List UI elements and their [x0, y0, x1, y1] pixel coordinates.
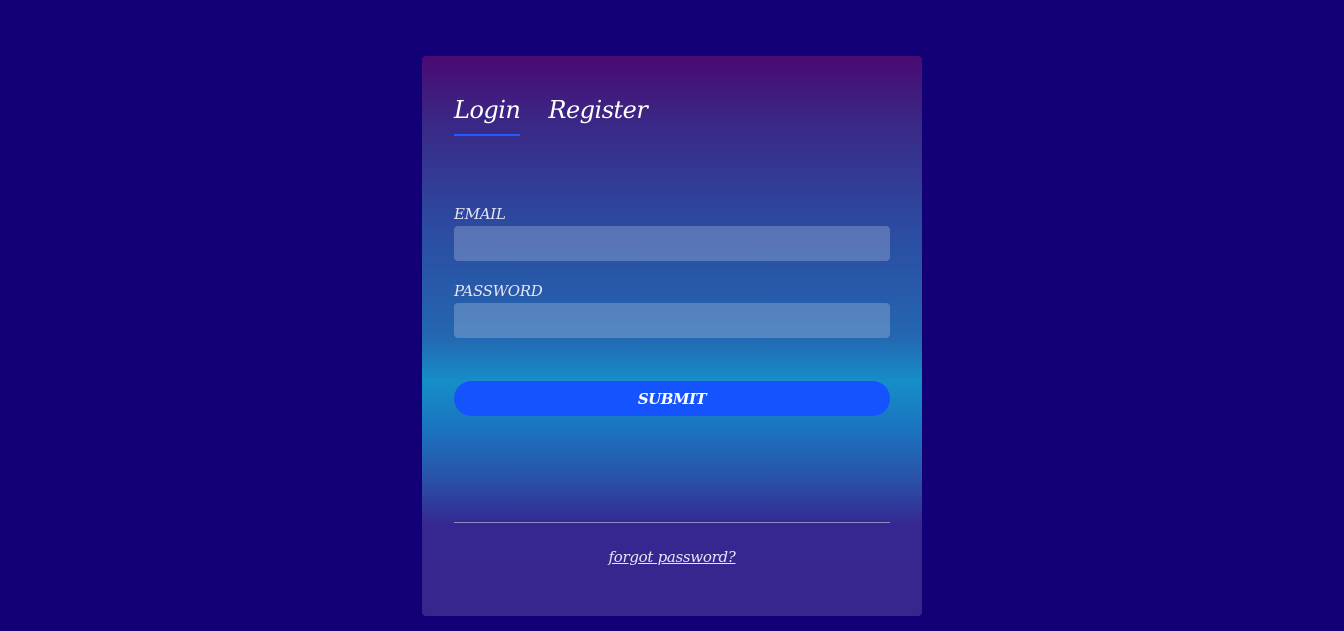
email-field[interactable]: [454, 226, 890, 261]
login-card: Login Register EMAIL PASSWORD SUBMIT for…: [422, 56, 922, 616]
password-label: PASSWORD: [454, 282, 543, 300]
submit-button[interactable]: SUBMIT: [454, 381, 890, 416]
tab-login[interactable]: Login: [454, 96, 521, 136]
password-field[interactable]: [454, 303, 890, 338]
forgot-password-link[interactable]: forgot password?: [422, 548, 922, 566]
auth-tabs: Login Register: [454, 96, 648, 136]
email-label: EMAIL: [454, 205, 506, 223]
tab-register[interactable]: Register: [548, 96, 647, 136]
divider: [454, 522, 890, 523]
